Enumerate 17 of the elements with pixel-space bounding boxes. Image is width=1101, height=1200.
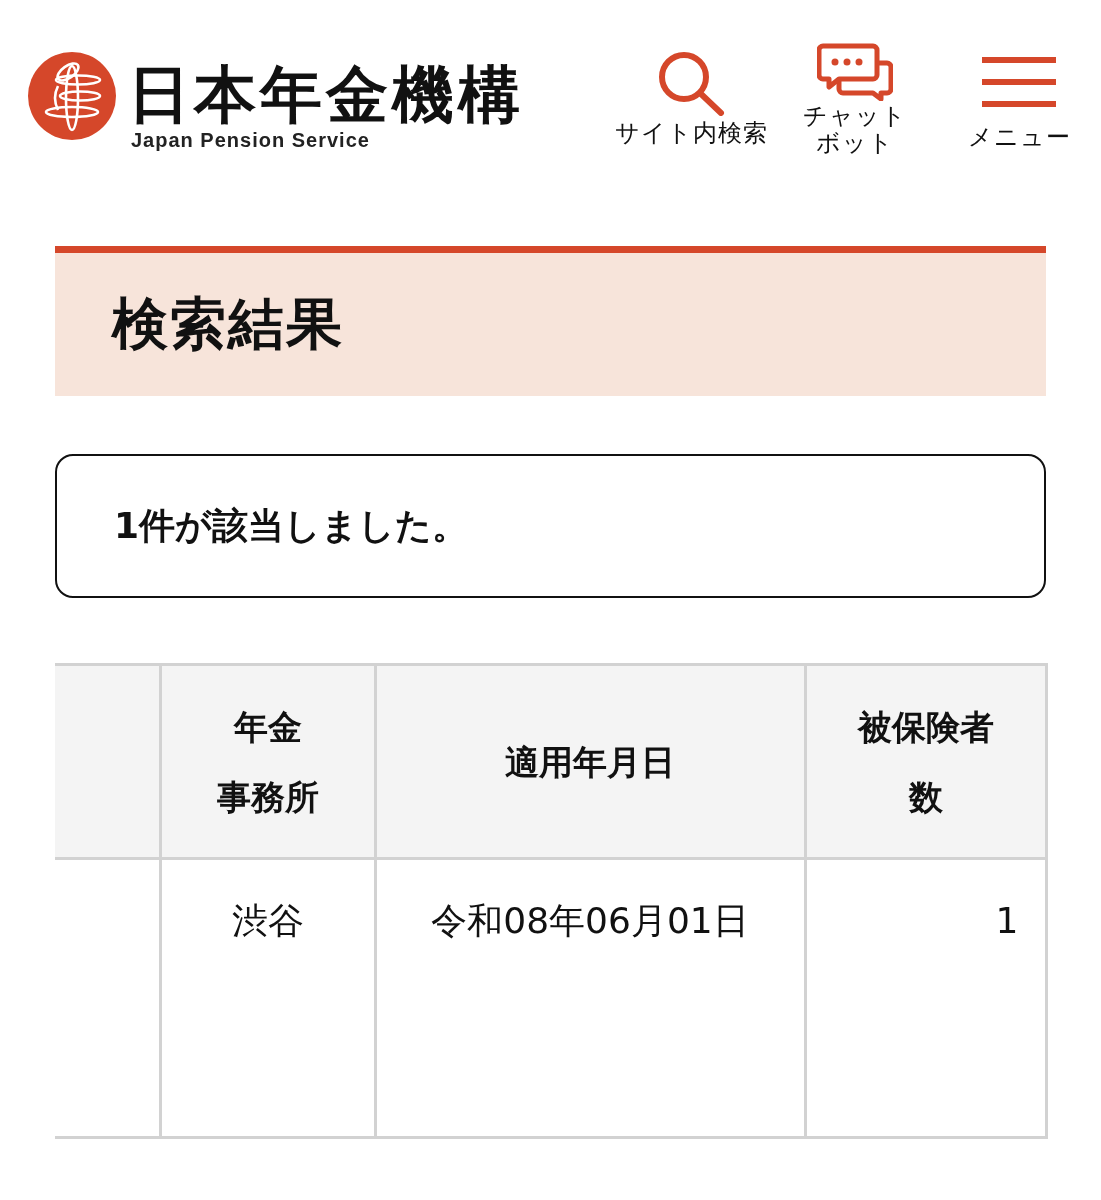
table-cell: 令和08年06月01日 — [375, 858, 805, 1138]
table-cell: 渋谷 — [160, 858, 375, 1138]
nav-button[interactable]: メニュー — [939, 43, 1099, 157]
menu-icon — [982, 57, 1056, 107]
column-header: 被保険者数 — [805, 664, 1046, 859]
logo-emblem-icon — [28, 52, 116, 140]
nav-button[interactable]: サイト内検索 — [611, 43, 771, 157]
logo-wordmark: 日本年金機構 — [128, 62, 524, 128]
column-header: 適用年月日 — [375, 664, 805, 859]
column-header: 年金事務所 — [160, 664, 375, 859]
page-title: 検索結果 — [112, 289, 344, 358]
chat-bubbles-icon — [817, 43, 893, 101]
nav-button[interactable]: チャットボット — [775, 43, 935, 157]
search-icon — [657, 50, 725, 116]
logo-subtitle: Japan Pension Service — [131, 128, 371, 152]
result-message: 1件が該当しました。 — [114, 503, 469, 548]
table-cell: 1 — [805, 858, 1046, 1138]
